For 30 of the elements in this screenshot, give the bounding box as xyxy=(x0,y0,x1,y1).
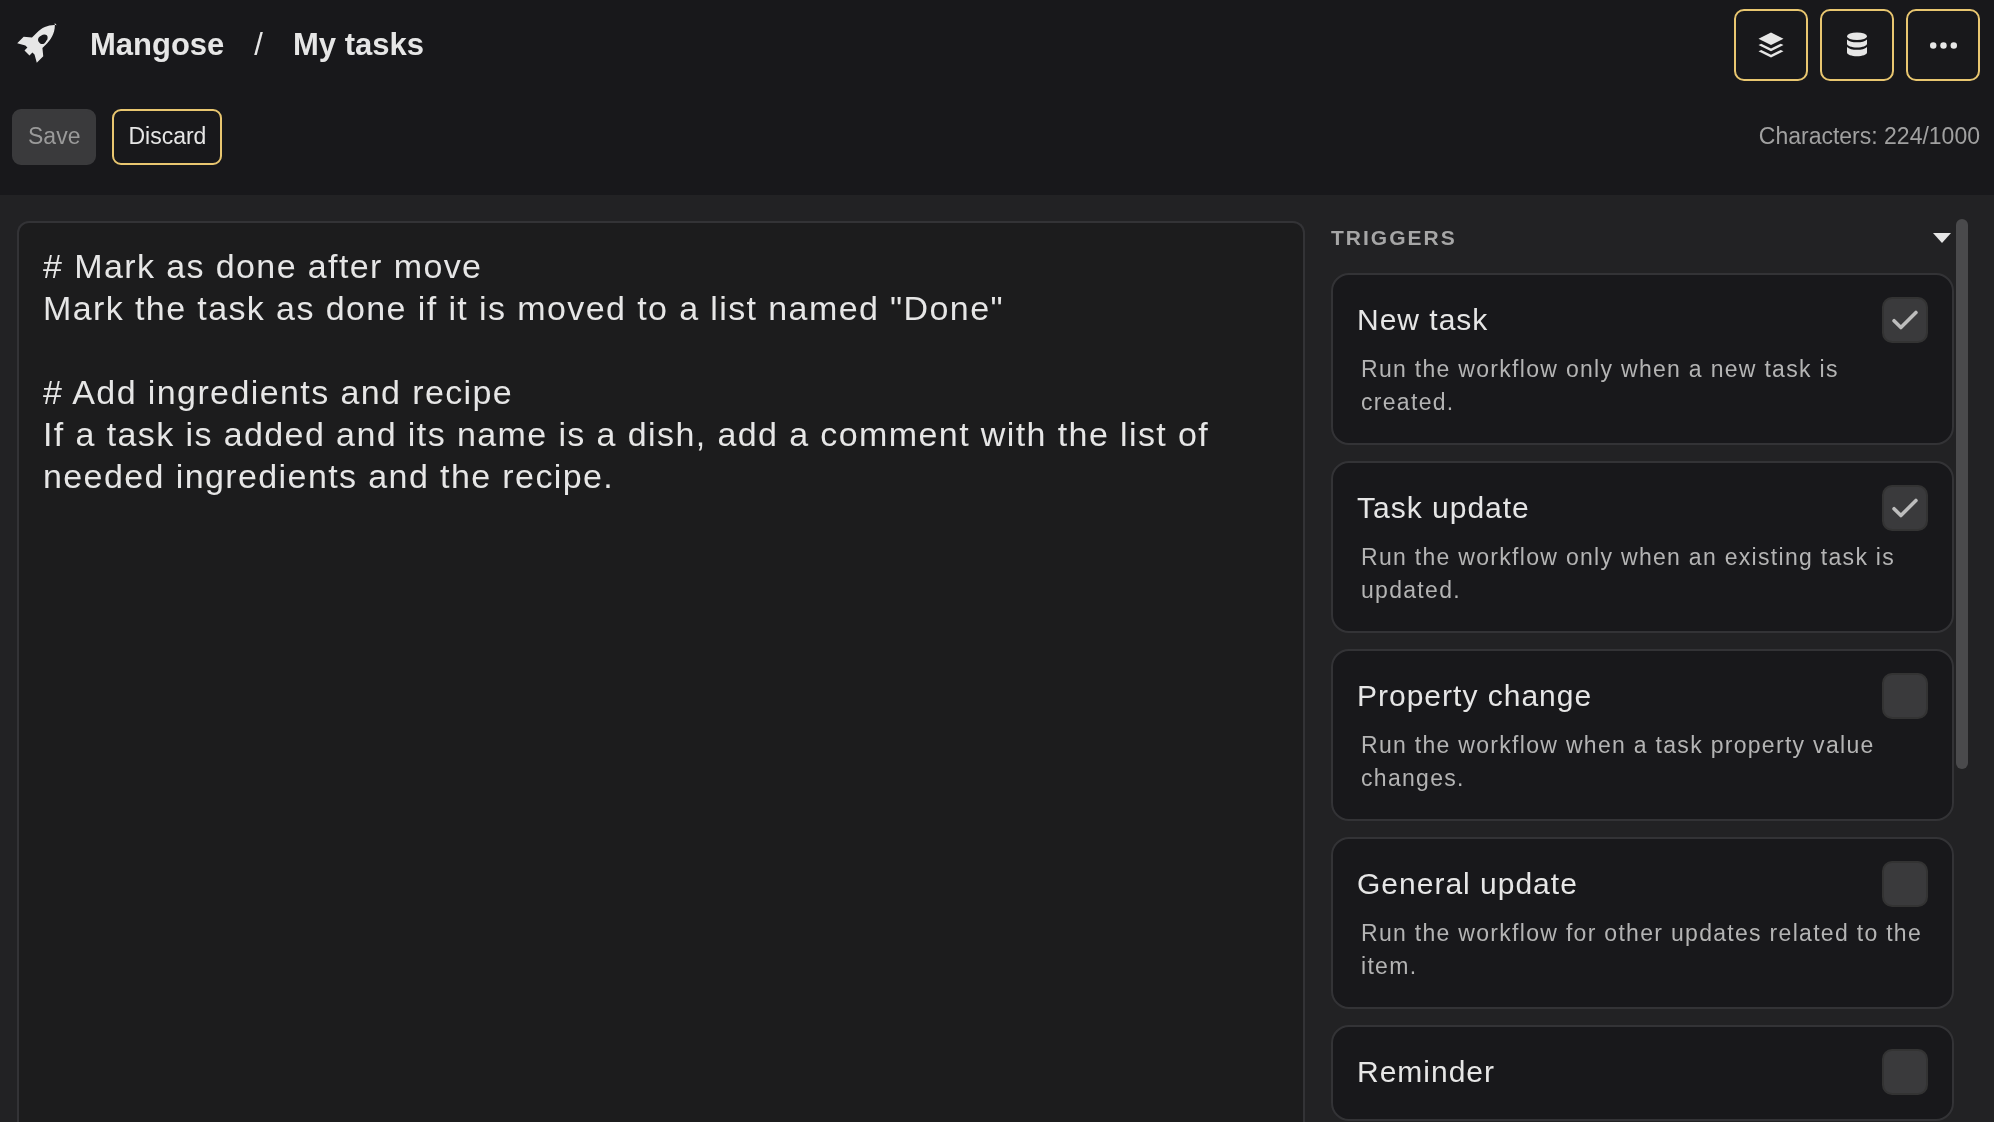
more-icon xyxy=(1929,41,1957,49)
character-count: Characters: 224/1000 xyxy=(1758,123,1980,150)
trigger-title: Task update xyxy=(1357,491,1530,525)
trigger-title: Property change xyxy=(1357,679,1593,713)
scrollbar[interactable] xyxy=(1956,219,1968,769)
trigger-checkbox[interactable] xyxy=(1882,861,1928,907)
prompt-editor[interactable]: # Mark as done after move Mark the task as done if it is moved to a list named "Done" # Add ingredients and recipe If a task is added and its name is a dish, add a comment with the list of needed ingredients and the recipe. xyxy=(17,221,1305,1122)
trigger-checkbox[interactable] xyxy=(1882,297,1928,343)
discard-button[interactable]: Discard xyxy=(112,108,223,165)
more-button[interactable] xyxy=(1906,9,1980,81)
layers-icon xyxy=(1756,30,1786,60)
breadcrumb-separator: / xyxy=(254,27,263,63)
trigger-title: New task xyxy=(1357,303,1489,337)
trigger-description: Run the workflow for other updates related to the item. xyxy=(1361,919,1923,981)
trigger-description: Run the workflow only when an existing task is updated. xyxy=(1361,543,1897,605)
trigger-title: General update xyxy=(1357,867,1578,901)
trigger-checkbox[interactable] xyxy=(1882,1049,1928,1095)
trigger-description: Run the workflow when a task property value changes. xyxy=(1361,731,1876,793)
trigger-title: Reminder xyxy=(1357,1055,1496,1089)
trigger-description: Run the workflow only when a new task is created. xyxy=(1361,355,1840,417)
database-button[interactable] xyxy=(1820,9,1894,81)
layers-button[interactable] xyxy=(1734,9,1808,81)
triggers-heading: TRIGGERS xyxy=(1331,226,1457,250)
checkmark-icon xyxy=(1892,310,1918,330)
workspace-name[interactable]: Mangose xyxy=(90,27,225,63)
caret-icon[interactable] xyxy=(1932,232,1952,244)
page-title: My tasks xyxy=(293,27,424,63)
trigger-checkbox[interactable] xyxy=(1882,673,1928,719)
checkmark-icon xyxy=(1892,498,1918,518)
trigger-checkbox[interactable] xyxy=(1882,485,1928,531)
